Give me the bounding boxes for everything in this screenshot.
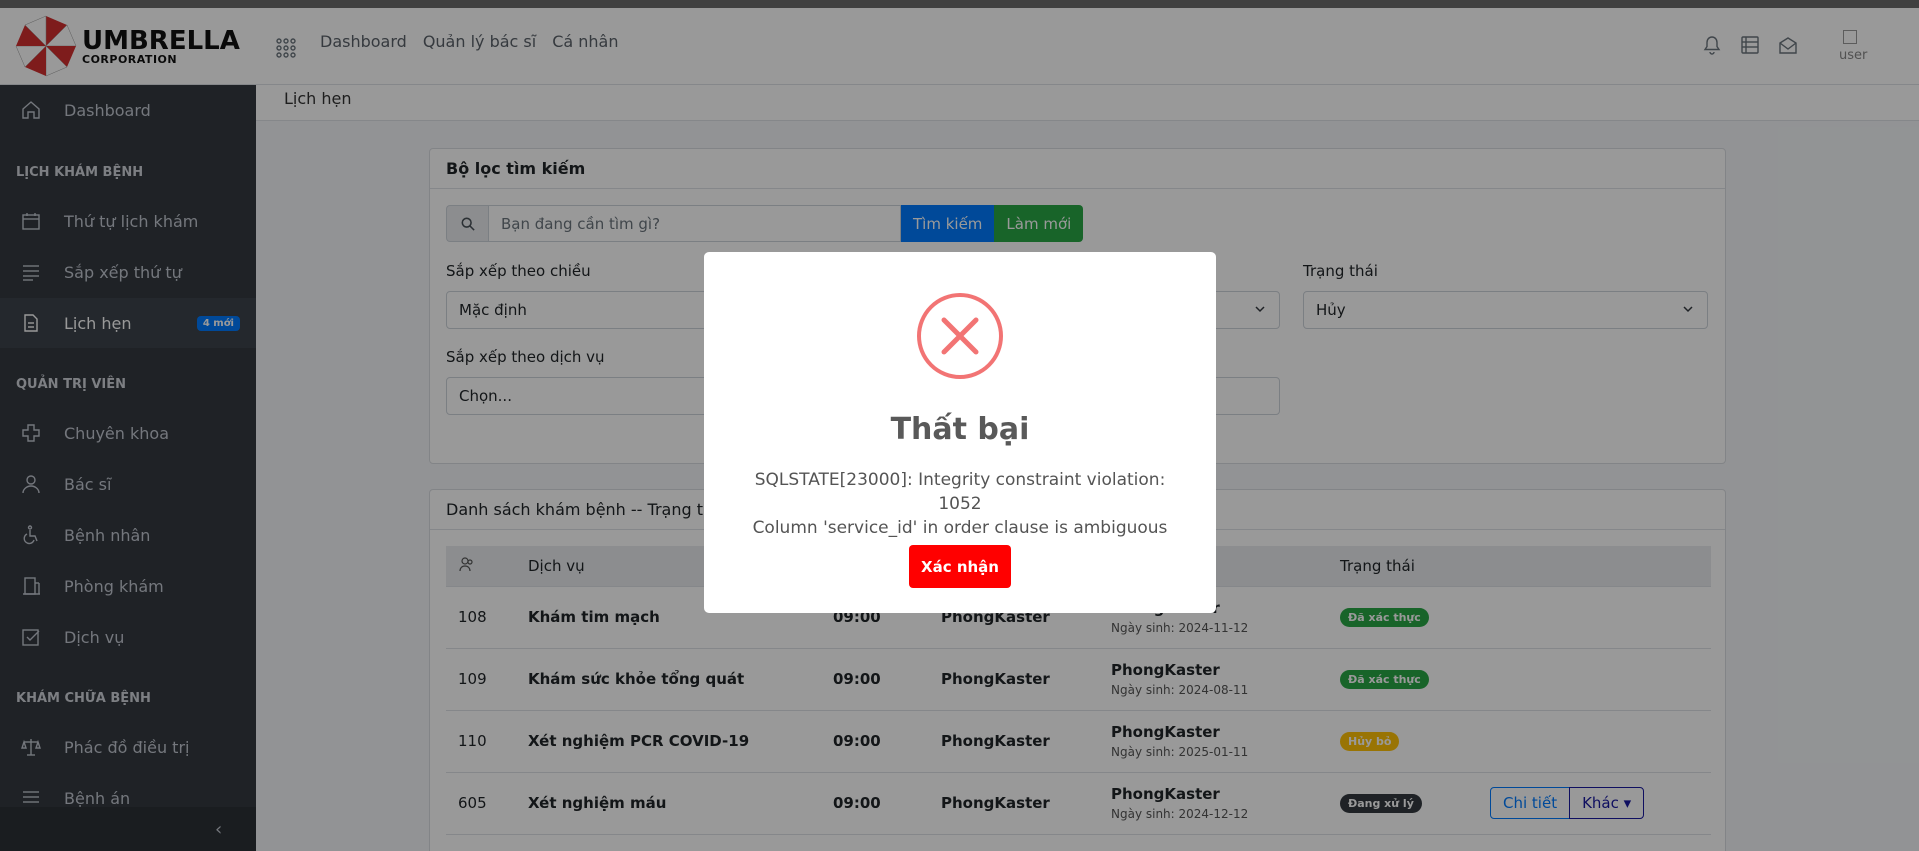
dialog-message: SQLSTATE[23000]: Integrity constraint vi… (734, 468, 1186, 540)
dialog-message-line1: SQLSTATE[23000]: Integrity constraint vi… (754, 470, 1166, 514)
dialog-title: Thất bại (890, 412, 1030, 447)
error-dialog: Thất bại SQLSTATE[23000]: Integrity cons… (704, 252, 1216, 613)
confirm-button[interactable]: Xác nhận (909, 545, 1011, 588)
modal-backdrop[interactable]: Thất bại SQLSTATE[23000]: Integrity cons… (0, 0, 1919, 851)
error-x-icon (917, 293, 1003, 379)
dialog-message-line2: Column 'service_id' in order clause is a… (752, 518, 1168, 538)
